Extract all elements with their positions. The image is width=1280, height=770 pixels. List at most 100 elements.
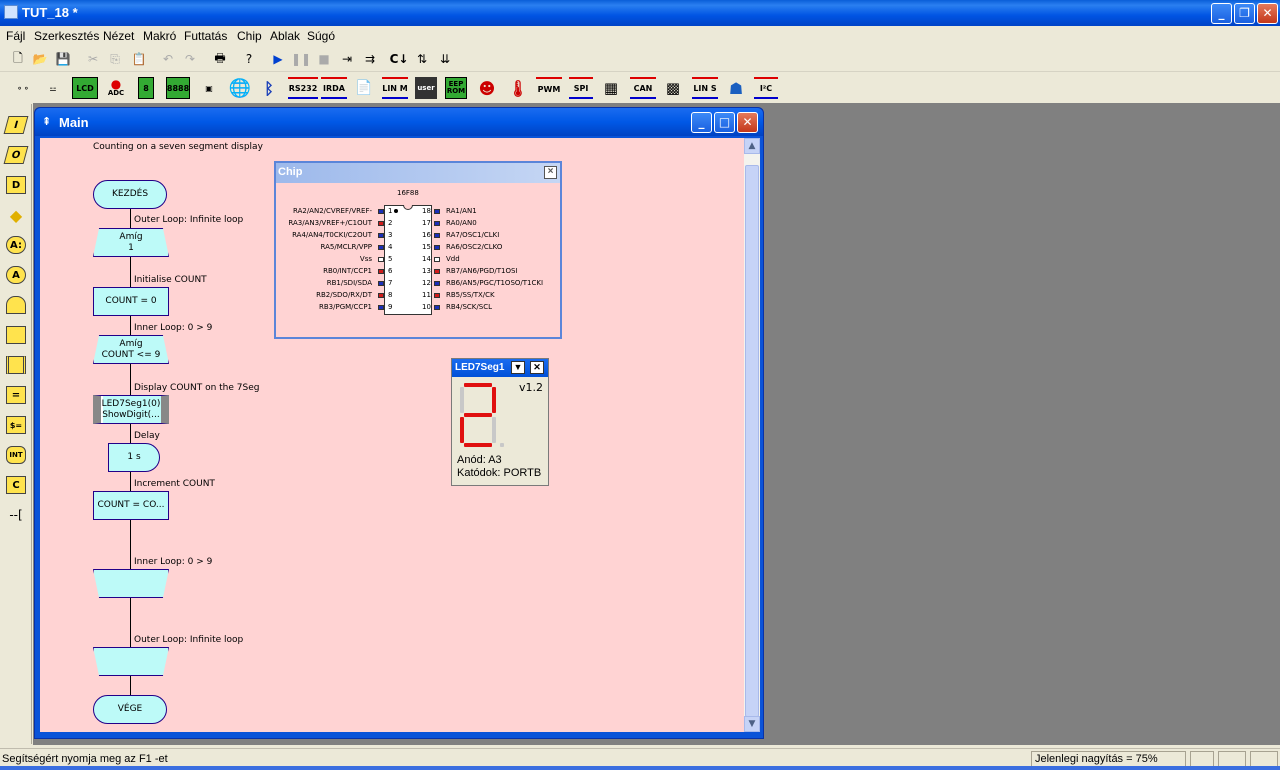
quad-7seg-icon[interactable]: 8888 [166, 77, 190, 99]
analog-icon[interactable]: A [6, 266, 26, 284]
person-icon[interactable]: ☗ [726, 77, 746, 99]
redo-icon[interactable]: ↷ [181, 50, 199, 68]
chip-panel[interactable]: Chip × 16F88 RA2/AN2/CVREF/VREF- 1 RA3/AN3… [274, 161, 562, 339]
main-maximize-button[interactable]: □ [714, 112, 735, 133]
new-file-icon[interactable]: 🗋 [9, 50, 27, 68]
main-minimize-button[interactable]: _ [691, 112, 712, 133]
chip-pin-marker[interactable] [378, 245, 384, 250]
menu-view[interactable]: Nézet [103, 29, 134, 43]
document-icon[interactable]: 📄 [353, 77, 375, 99]
help-icon[interactable]: ? [240, 50, 258, 68]
chip-panel-titlebar[interactable]: Chip × [276, 163, 560, 183]
chip-pin-marker[interactable] [434, 233, 440, 238]
copy-icon[interactable]: ⎘ [106, 50, 124, 68]
save-icon[interactable]: 💾 [54, 50, 72, 68]
macro-icon[interactable] [6, 326, 26, 344]
input-icon[interactable]: I [3, 116, 29, 134]
component-macro-icon[interactable] [6, 356, 26, 374]
eeprom-component[interactable]: EEP ROM [445, 77, 467, 99]
delay-icon[interactable]: D [6, 176, 26, 194]
main-vertical-scrollbar[interactable]: ▲ ▼ [744, 138, 760, 732]
switches-icon[interactable]: ⚬⚬ [12, 77, 34, 99]
start-terminal[interactable]: KEZDÉS [93, 180, 167, 209]
main-close-button[interactable]: ✕ [737, 112, 758, 133]
minimize-button[interactable]: _ [1211, 3, 1232, 24]
undo-icon[interactable]: ↶ [159, 50, 177, 68]
led-array-icon[interactable]: ▣ [200, 77, 218, 99]
loop-outer[interactable]: Amíg 1 [93, 228, 169, 257]
chip-pin-marker[interactable] [378, 257, 384, 262]
decision-icon[interactable]: ◆ [6, 206, 26, 225]
interrupt-icon[interactable]: INT [6, 446, 26, 464]
chip-pin-marker[interactable] [378, 233, 384, 238]
restore-button[interactable]: ❐ [1234, 3, 1255, 24]
menu-edit[interactable]: Szerkesztés [34, 29, 99, 43]
calc-increment[interactable]: COUNT = CO... [93, 491, 169, 520]
grid-icon[interactable]: ▦ [600, 77, 622, 99]
rs232-component[interactable]: RS232 [288, 77, 318, 99]
scroll-up-icon[interactable]: ▲ [744, 138, 760, 154]
chip-pin-marker[interactable] [378, 269, 384, 274]
open-folder-icon[interactable]: 📂 [31, 50, 49, 68]
chip-pin-marker[interactable] [434, 269, 440, 274]
led7seg-titlebar[interactable]: LED7Seg1 ▼ ✕ [452, 359, 548, 377]
chip-close-icon[interactable]: × [544, 166, 557, 179]
irda-component[interactable]: IRDA [321, 77, 347, 99]
chip-pin-marker[interactable] [378, 281, 384, 286]
cut-icon[interactable]: ✂ [84, 50, 102, 68]
chip-pin-marker[interactable] [378, 305, 384, 310]
bluetooth-icon[interactable]: ᛒ [260, 77, 278, 99]
chip-pin-marker[interactable] [378, 221, 384, 226]
i2c-component[interactable]: I²C [754, 77, 778, 99]
loop-icon[interactable] [6, 296, 26, 314]
adc-component[interactable]: ● ADC [104, 77, 128, 99]
keypad-icon[interactable]: ⚍ [42, 77, 64, 99]
can-component[interactable]: CAN [630, 77, 656, 99]
component-macro-led[interactable]: LED7Seg1(0) ShowDigit(... [93, 395, 169, 424]
step-over-icon[interactable]: ⇉ [361, 50, 379, 68]
calculation-icon[interactable]: = [6, 386, 26, 404]
loop-inner-end[interactable] [93, 569, 169, 598]
main-window-titlebar[interactable]: ⇞ Main _ □ ✕ [35, 108, 763, 136]
menu-run[interactable]: Futtatás [184, 29, 227, 43]
delay-box[interactable]: 1 s [108, 443, 160, 472]
chip-pin-marker[interactable] [434, 245, 440, 250]
pause-icon[interactable]: ❚❚ [291, 50, 311, 68]
calc-init-count[interactable]: COUNT = 0 [93, 287, 169, 316]
step-into-icon[interactable]: ⇥ [338, 50, 356, 68]
paste-icon[interactable]: 📋 [130, 50, 148, 68]
thermometer-icon[interactable]: 🌡 [508, 77, 528, 99]
menu-help[interactable]: Súgó [307, 29, 335, 43]
compile-c-icon[interactable]: C↓ [390, 50, 409, 68]
lcd-component[interactable]: LCD [72, 77, 98, 99]
output-icon[interactable]: O [3, 146, 29, 164]
7seg-component-icon[interactable]: 8 [138, 77, 154, 99]
print-icon[interactable]: 🖶 [211, 50, 229, 68]
stop-icon[interactable]: ■ [315, 50, 333, 68]
menu-file[interactable]: Fájl [6, 29, 25, 43]
scroll-down-icon[interactable]: ▼ [744, 716, 760, 732]
spi-component[interactable]: SPI [569, 77, 593, 99]
user-component[interactable]: user [415, 77, 437, 99]
matrix-icon[interactable]: ▩ [663, 77, 683, 99]
run-icon[interactable]: ▶ [269, 50, 287, 68]
chip-pin-marker[interactable] [434, 281, 440, 286]
title-bar[interactable]: TUT_18 * _ ❐ ✕ [0, 0, 1280, 26]
c-code-icon[interactable]: C [6, 476, 26, 494]
pwm-component[interactable]: PWM [536, 77, 562, 99]
chip-pin-marker[interactable] [378, 293, 384, 298]
menu-chip[interactable]: Chip [237, 29, 262, 43]
chip-pin-marker[interactable] [434, 305, 440, 310]
compile-chip-icon[interactable]: ⇊ [436, 50, 454, 68]
comment-icon[interactable]: --[ [6, 506, 26, 524]
chip-pin-marker[interactable] [434, 209, 440, 214]
end-terminal[interactable]: VÉGE [93, 695, 167, 724]
menu-macro[interactable]: Makró [143, 29, 176, 43]
chip-pin-marker[interactable] [434, 293, 440, 298]
chip-pin-marker[interactable] [434, 257, 440, 262]
menu-window[interactable]: Ablak [270, 29, 300, 43]
led7seg-panel[interactable]: LED7Seg1 ▼ ✕ v1.2 Anód: A3 Katódok: PORT… [451, 358, 549, 486]
lin-slave-component[interactable]: LIN S [692, 77, 718, 99]
loop-outer-end[interactable] [93, 647, 169, 676]
led-close-icon[interactable]: ✕ [530, 361, 544, 374]
